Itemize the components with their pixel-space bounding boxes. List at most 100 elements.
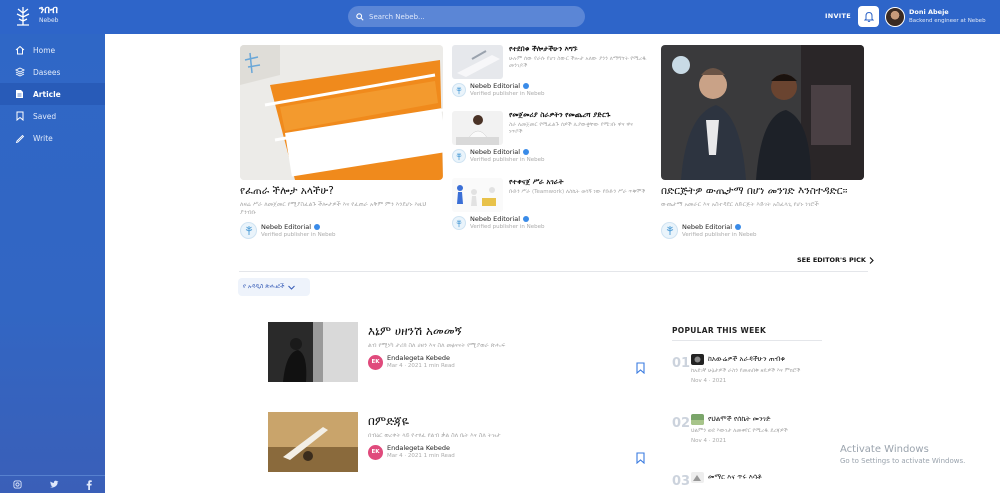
article-excerpt: ቡድን ሥራ (Teamwork) ለስኬት ወሳኝ ነው የቡድን ሥራ ጥቅ…	[509, 189, 646, 195]
facebook-icon[interactable]	[86, 479, 92, 490]
tree-logo-icon	[245, 226, 252, 235]
user-role: Backend engineer at Nebeb	[909, 18, 986, 24]
sidebar: Home Dasees Article Saved Write	[0, 34, 105, 493]
article-title[interactable]: በምድጃዬ	[368, 414, 409, 429]
author-name: Nebeb Editorial	[470, 215, 545, 223]
user-menu[interactable]: Doni Abeje Backend engineer at Nebeb	[885, 4, 995, 30]
author-name: Nebeb Editorial	[682, 223, 757, 231]
man-desk-image	[452, 111, 503, 145]
author-role: Verified publisher in Nebeb	[470, 224, 545, 230]
article-thumbnail	[452, 178, 503, 212]
top-bar: ንበብ Nebeb INVITE Doni Abeje Backend engi…	[0, 0, 1000, 34]
invite-button[interactable]: INVITE	[825, 12, 851, 20]
tree-logo-icon	[16, 7, 30, 26]
app-logo[interactable]: ንበብ Nebeb	[13, 5, 59, 27]
article-title[interactable]: እኔም ሀዘንሽ አመመኝ	[368, 324, 462, 339]
see-editors-pick-link[interactable]: SEE EDITOR'S PICK	[797, 256, 874, 264]
watermark-title: Activate Windows	[840, 444, 929, 455]
featured-article-mid-2[interactable]: የመጀመሪያ ስራዎትን የመጨረሻ ያድርጉ ስራ ለመጀመር የሚፈልጉ ሰ…	[452, 111, 648, 164]
author-name: Nebeb Editorial	[470, 82, 545, 90]
featured-article-left[interactable]: የፈጠራ ችሎታ አላችሁ? ለዛሬ ሥራ ለመጀመር የሚያስፈልጉ ችሎታዎ…	[240, 45, 444, 239]
tree-logo-icon	[456, 152, 462, 160]
article-author[interactable]: Nebeb Editorial Verified publisher in Ne…	[452, 148, 648, 164]
publisher-logo	[240, 222, 257, 239]
featured-article-mid-3[interactable]: የተቀናጀ ሥራ አገራት ቡድን ሥራ (Teamwork) ለስኬት ወሳኝ…	[452, 178, 648, 231]
rank-number: 01	[672, 356, 691, 371]
app-subtitle: Nebeb	[39, 17, 59, 24]
list-item[interactable]: በምድጃዬ በብዕር ወረቀት ላይ የተፃፈ የልብ ቃል ስለ ቤት እና …	[268, 412, 648, 472]
article-excerpt: በብዕር ወረቀት ላይ የተፃፈ የልብ ቃል ስለ ቤት እና ስለ ትዝታ	[368, 432, 501, 439]
article-author[interactable]: EK Endalegeta Kebede Mar 4 · 2021 1 min …	[368, 354, 455, 370]
quill-paper-image	[268, 412, 358, 472]
sidebar-item-article[interactable]: Article	[0, 83, 105, 105]
article-author[interactable]: Nebeb Editorial Verified publisher in Ne…	[452, 215, 648, 231]
search-box[interactable]	[348, 6, 585, 27]
sidebar-item-label: Home	[33, 45, 56, 55]
sidebar-item-home[interactable]: Home	[0, 39, 105, 61]
article-meta: Mar 4 · 2021 1 min Read	[387, 363, 455, 369]
article-title[interactable]: በድርጅትዎ ውጤታማ በሆነ መንገድ እንስተዳድር፡፡	[661, 185, 868, 198]
search-input[interactable]	[369, 12, 569, 21]
article-title[interactable]: የፈጠራ ችሎታ አላችሁ?	[240, 185, 444, 198]
author-role: Verified publisher in Nebeb	[470, 157, 545, 163]
watermark-subtitle: Go to Settings to activate Windows.	[840, 457, 966, 465]
sidebar-item-label: Saved	[33, 111, 57, 121]
list-item[interactable]: እኔም ሀዘንሽ አመመኝ ልብ የሚነካ ታሪክ ስለ ሀዘን እና ስለ መ…	[268, 322, 648, 382]
chevron-down-icon	[288, 285, 296, 290]
featured-article-right[interactable]: በድርጅትዎ ውጤታማ በሆነ መንገድ እንስተዳድር፡፡ ውጤታማ አመራር…	[661, 45, 868, 239]
verified-icon	[735, 223, 742, 230]
notifications-button[interactable]	[858, 6, 879, 27]
article-thumbnail	[268, 322, 358, 382]
search-icon	[356, 12, 364, 21]
section-heading: POPULAR THIS WEEK	[672, 326, 822, 341]
featured-article-mid-1[interactable]: የተደበቁ ችሎታችሁን እግኙ ሁሉም ሰው የራሱ የሆነ ስውር ችሎታ …	[452, 45, 648, 98]
article-title[interactable]: የተደበቁ ችሎታችሁን እግኙ	[509, 45, 648, 54]
article-thumbnail	[691, 472, 704, 483]
bookmark-icon	[14, 111, 25, 122]
bookmark-icon[interactable]	[636, 452, 645, 464]
author-name: Nebeb Editorial	[261, 223, 336, 231]
article-title[interactable]: መማር እና ጥሩ እሳቶ	[708, 473, 762, 482]
article-excerpt: ህልምን ወደ እውነታ ለመቀየር የሚረዱ ደረጃዎች	[691, 428, 788, 434]
article-thumbnail	[691, 414, 704, 425]
publisher-logo	[452, 83, 466, 97]
sidebar-item-dasees[interactable]: Dasees	[0, 61, 105, 83]
verified-icon	[523, 149, 530, 155]
article-author[interactable]: Nebeb Editorial Verified publisher in Ne…	[240, 222, 444, 239]
article-title[interactable]: የመጀመሪያ ስራዎትን የመጨረሻ ያድርጉ	[509, 111, 648, 120]
bookmark-icon[interactable]	[636, 362, 645, 374]
article-title[interactable]: የህልሞች የሰኬት መንገድ	[708, 415, 771, 424]
tree-logo-icon	[666, 226, 673, 235]
tree-logo-icon	[456, 219, 462, 227]
article-thumbnail	[268, 412, 358, 472]
article-author[interactable]: EK Endalegeta Kebede Mar 4 · 2021 1 min …	[368, 444, 455, 460]
instagram-icon[interactable]	[13, 480, 22, 489]
author-role: Verified publisher in Nebeb	[470, 91, 545, 97]
chevron-right-icon	[869, 256, 874, 264]
article-author[interactable]: Nebeb Editorial Verified publisher in Ne…	[661, 222, 868, 239]
sidebar-item-label: Dasees	[33, 67, 61, 77]
article-title[interactable]: የተቀናጀ ሥራ አገራት	[509, 178, 645, 187]
article-title[interactable]: ከአውሬዎች አራዳችሁን ጠብቁ	[708, 355, 785, 364]
author-name: Endalegeta Kebede	[387, 444, 451, 452]
article-excerpt: ለዛሬ ሥራ ለመጀመር የሚያስፈልጉ ችሎታዎች እና የፈጠራ አቅም ም…	[240, 201, 427, 216]
twitter-icon[interactable]	[49, 480, 59, 489]
layers-icon	[14, 67, 25, 78]
sidebar-item-write[interactable]: Write	[0, 127, 105, 149]
article-excerpt: ልብ የሚነካ ታሪክ ስለ ሀዘን እና ስለ መፅናናት የሚያወራ ጽሑፍ	[368, 342, 506, 349]
article-author[interactable]: Nebeb Editorial Verified publisher in Ne…	[452, 82, 648, 98]
pen-icon	[14, 133, 25, 144]
sidebar-item-saved[interactable]: Saved	[0, 105, 105, 127]
business-meeting-image	[661, 45, 864, 180]
verified-icon	[314, 223, 321, 230]
popular-this-week: POPULAR THIS WEEK 01 ከአውሬዎች አራዳችሁን ጠብቁ ከ…	[672, 326, 822, 489]
sidebar-item-label: Article	[33, 89, 61, 99]
author-role: Verified publisher in Nebeb	[261, 231, 336, 238]
filter-dropdown[interactable]: የ አዳዲስ ጽሑፎች	[238, 278, 310, 296]
avatar	[885, 7, 905, 27]
link-label: SEE EDITOR'S PICK	[797, 256, 866, 264]
article-excerpt: ስራ ለመጀመር የሚፈልጉ ሰዎች ሊያውቋቸው የሚገቡ ዋና ዋና ነጥቦ…	[509, 122, 634, 135]
article-excerpt: ሁሉም ሰው የራሱ የሆነ ስውር ችሎታ አለው ያንን ለማግኘት የሚረ…	[509, 56, 647, 69]
section-divider	[239, 271, 868, 272]
app-title: ንበብ	[39, 5, 58, 16]
